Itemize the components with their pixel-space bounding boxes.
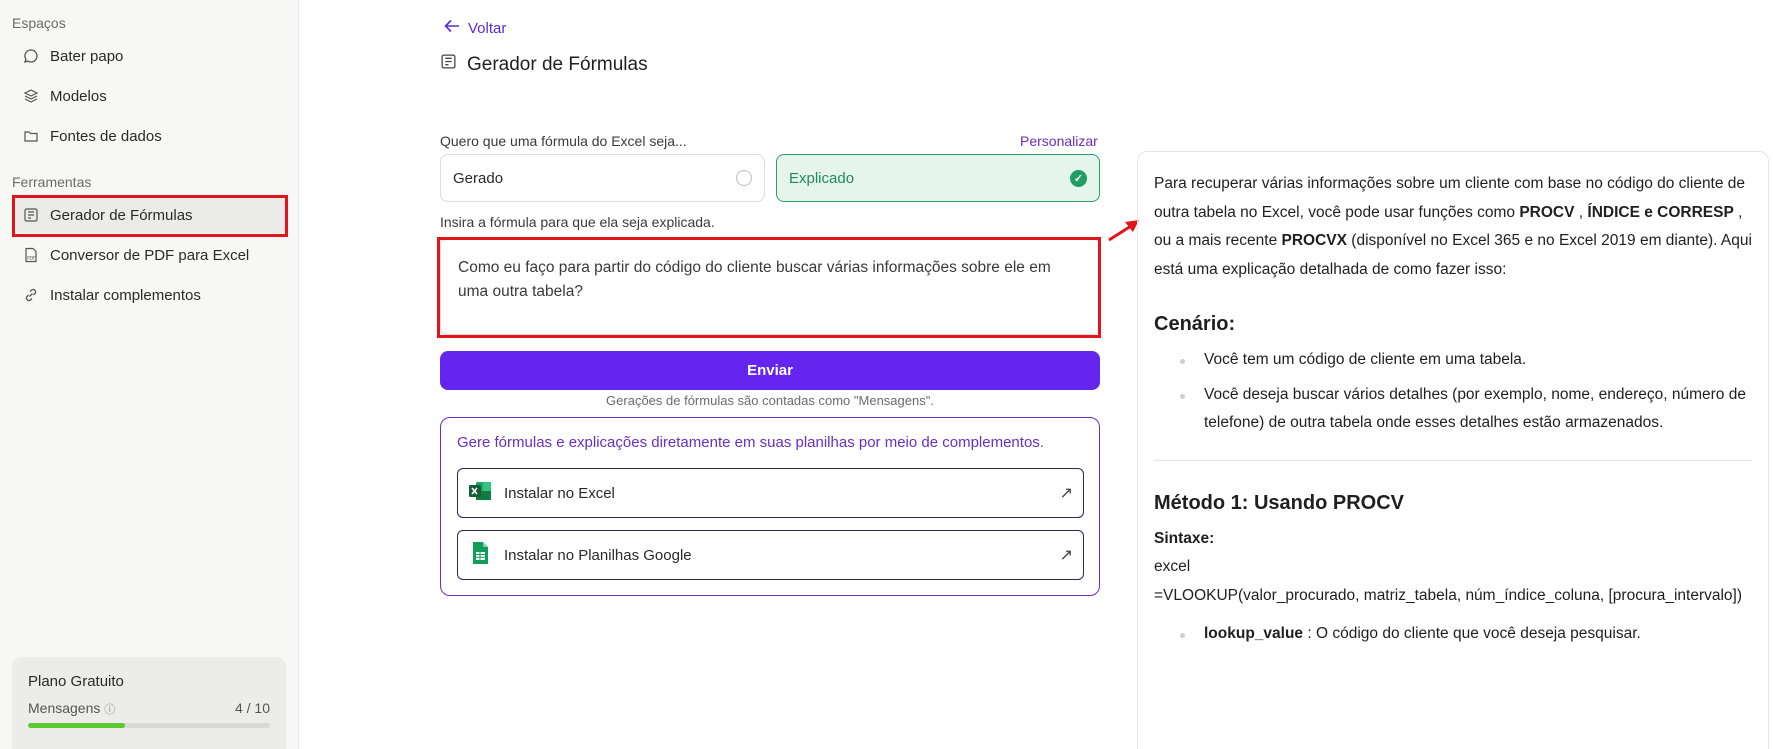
- messages-progress-fill: [28, 723, 125, 728]
- list-item: Você tem um código de cliente em uma tab…: [1180, 346, 1752, 375]
- addons-title: Gere fórmulas e explicações diretamente …: [457, 434, 1044, 451]
- procv-term: PROCV: [1519, 203, 1575, 221]
- formula-icon: [440, 53, 457, 76]
- section-title-tools: Ferramentas: [12, 174, 92, 190]
- sidebar-item-label: Conversor de PDF para Excel: [50, 246, 250, 264]
- personalize-link[interactable]: Personalizar: [1020, 133, 1098, 149]
- install-sheets-button[interactable]: Instalar no Planilhas Google ↗: [457, 530, 1084, 580]
- sidebar-item-pdf-converter[interactable]: PDF Conversor de PDF para Excel: [14, 237, 286, 273]
- param-name: lookup_value: [1204, 625, 1304, 642]
- folder-icon: [22, 127, 40, 145]
- arrow-left-icon: [444, 19, 460, 37]
- code-block: =VLOOKUP(valor_procurado, matriz_tabela,…: [1154, 586, 1743, 604]
- back-label: Voltar: [468, 19, 507, 37]
- install-excel-button[interactable]: Instalar no Excel ↗: [457, 468, 1084, 518]
- highlight-box: [437, 237, 1101, 338]
- plan-card: Plano Gratuito Mensagens ⓘ 4 / 10: [12, 657, 286, 749]
- addons-card: Gere fórmulas e explicações diretamente …: [440, 417, 1100, 596]
- install-excel-label: Instalar no Excel: [504, 484, 615, 502]
- excel-icon: [468, 480, 492, 506]
- code-lang: excel: [1154, 558, 1191, 575]
- divider: [1154, 459, 1752, 461]
- back-link[interactable]: Voltar: [444, 19, 506, 37]
- send-note: Gerações de fórmulas são contadas como "…: [606, 393, 934, 408]
- option-explained[interactable]: Explicado ✓: [776, 154, 1100, 202]
- sidebar-item-data-sources[interactable]: Fontes de dados: [14, 118, 286, 154]
- param-desc: : O código do cliente que você deseja pe…: [1303, 625, 1641, 642]
- insert-label: Insira a fórmula para que ela seja expli…: [440, 214, 715, 230]
- sidebar-item-label: Fontes de dados: [50, 127, 162, 145]
- answer-text: ,: [1574, 203, 1588, 221]
- svg-text:PDF: PDF: [27, 256, 36, 262]
- messages-label-wrap: Mensagens ⓘ: [28, 700, 115, 717]
- list-item: lookup_value : O código do cliente que v…: [1180, 620, 1752, 649]
- params-list: lookup_value : O código do cliente que v…: [1180, 620, 1752, 649]
- question-label: Quero que uma fórmula do Excel seja...: [440, 133, 687, 149]
- chat-icon: [22, 47, 40, 65]
- scenario-list: Você tem um código de cliente em uma tab…: [1180, 346, 1752, 438]
- section-title-spaces: Espaços: [12, 15, 66, 31]
- answer-panel: Para recuperar várias informações sobre …: [1137, 151, 1769, 749]
- procvx-term: PROCVX: [1281, 232, 1347, 249]
- method1-heading: Método 1: Usando PROCV: [1154, 491, 1405, 514]
- highlight-box: [12, 195, 288, 237]
- syntax-label: Sintaxe:: [1154, 525, 1752, 554]
- messages-label: Mensagens: [28, 700, 101, 716]
- sidebar: Espaços Bater papo Modelos Fontes de dad…: [0, 0, 299, 749]
- plan-title: Plano Gratuito: [28, 673, 124, 690]
- option-generated-label: Gerado: [453, 169, 504, 187]
- arrow-up-right-icon: ↗: [1059, 485, 1073, 502]
- send-button[interactable]: Enviar: [440, 351, 1100, 390]
- messages-count: 4 / 10: [234, 700, 270, 716]
- indice-corresp-term: ÍNDICE e CORRESP: [1587, 203, 1734, 221]
- info-icon[interactable]: ⓘ: [104, 704, 115, 716]
- sidebar-item-models[interactable]: Modelos: [14, 78, 286, 114]
- pdf-icon: PDF: [22, 246, 40, 264]
- list-item: Você deseja buscar vários detalhes (por …: [1180, 381, 1752, 438]
- google-sheets-icon: [468, 541, 492, 569]
- install-sheets-label: Instalar no Planilhas Google: [504, 546, 692, 564]
- option-explained-label: Explicado: [789, 169, 855, 187]
- sidebar-item-label: Instalar complementos: [50, 286, 201, 304]
- link-icon: [22, 286, 40, 304]
- syntax-label-text: Sintaxe:: [1154, 529, 1215, 547]
- messages-row: Mensagens ⓘ 4 / 10: [28, 700, 270, 717]
- annotation-arrow: [1108, 220, 1139, 242]
- arrow-up-right-icon: ↗: [1059, 547, 1073, 564]
- sidebar-item-chat[interactable]: Bater papo: [14, 38, 286, 74]
- sidebar-item-install-addons[interactable]: Instalar complementos: [14, 277, 286, 313]
- page-title: Gerador de Fórmulas: [440, 53, 648, 76]
- scenario-heading: Cenário:: [1154, 313, 1236, 335]
- radio-icon: [736, 170, 752, 186]
- messages-progress-bar: [28, 723, 270, 728]
- option-generated[interactable]: Gerado: [440, 154, 765, 202]
- sidebar-item-label: Modelos: [50, 87, 107, 105]
- sidebar-item-label: Bater papo: [50, 47, 124, 65]
- answer-intro: Para recuperar várias informações sobre …: [1154, 170, 1752, 284]
- page-title-text: Gerador de Fórmulas: [467, 53, 648, 75]
- layers-icon: [22, 87, 40, 105]
- check-circle-icon: ✓: [1070, 169, 1087, 187]
